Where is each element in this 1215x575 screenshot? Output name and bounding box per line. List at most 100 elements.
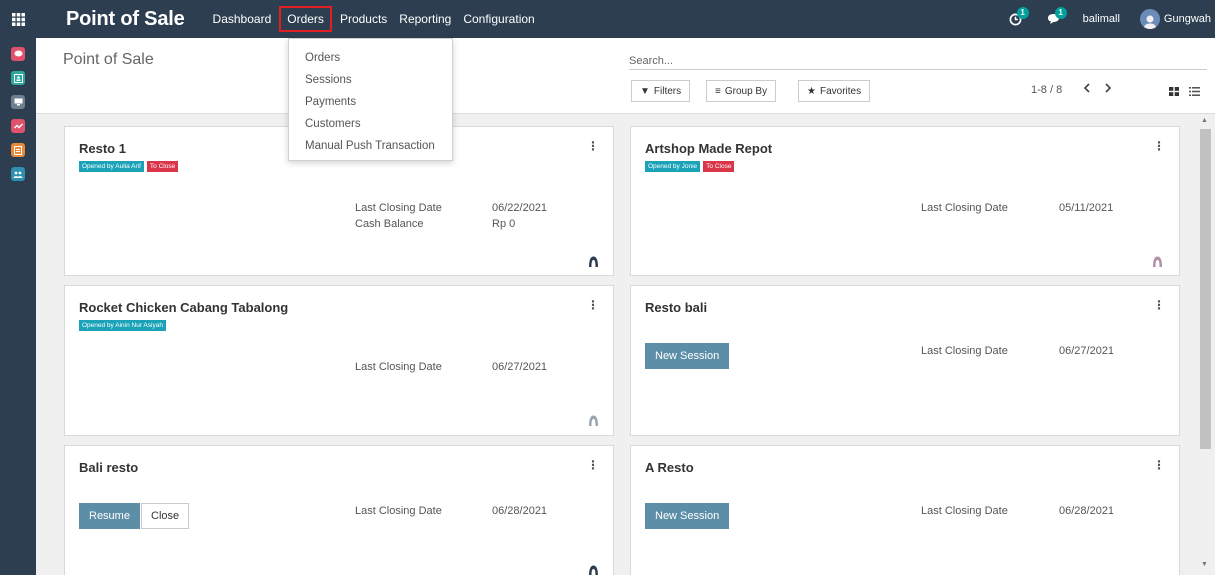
activity-count-badge: 1 bbox=[1016, 7, 1029, 19]
pos-card-resto-bali: Resto bali ⋮ New Session Last Closing Da… bbox=[630, 285, 1180, 436]
pager-previous-button[interactable] bbox=[1083, 82, 1091, 96]
last-closing-date-label: Last Closing Date bbox=[921, 505, 1008, 517]
last-closing-date-label: Last Closing Date bbox=[921, 345, 1008, 357]
card-title[interactable]: Resto 1 bbox=[79, 141, 126, 156]
menu-dashboard[interactable]: Dashboard bbox=[207, 6, 278, 32]
pos-card-a-resto: A Resto ⋮ New Session Last Closing Date … bbox=[630, 445, 1180, 575]
card-options-button[interactable]: ⋮ bbox=[1153, 458, 1165, 472]
responsible-avatar-icon[interactable] bbox=[1151, 255, 1164, 268]
card-options-button[interactable]: ⋮ bbox=[1153, 139, 1165, 153]
favorites-label: Favorites bbox=[819, 85, 862, 97]
card-tags: Opened by Aulia Arif To Close bbox=[79, 161, 181, 172]
last-closing-date-value: 05/11/2021 bbox=[1059, 202, 1114, 214]
grid-icon bbox=[11, 12, 25, 26]
responsible-avatar-icon[interactable] bbox=[587, 414, 600, 427]
filter-icon: ▼ bbox=[640, 85, 650, 97]
pos-icon bbox=[14, 98, 22, 106]
sidebar-app-pos[interactable] bbox=[11, 95, 25, 109]
pager-value[interactable]: 1-8 / 8 bbox=[1031, 84, 1062, 96]
sales-icon bbox=[13, 123, 23, 128]
last-closing-date-value: 06/28/2021 bbox=[492, 505, 548, 517]
sidebar-app-contacts[interactable] bbox=[11, 71, 25, 85]
user-name: Gungwah bbox=[1163, 13, 1211, 25]
dropdown-item-payments[interactable]: Payments bbox=[289, 91, 452, 113]
new-session-button[interactable]: New Session bbox=[645, 503, 730, 529]
kebab-icon: ⋮ bbox=[587, 139, 599, 153]
card-title[interactable]: Artshop Made Repot bbox=[645, 141, 772, 156]
activity-button[interactable]: 1 bbox=[1001, 0, 1031, 38]
company-switcher[interactable]: balimall bbox=[1083, 13, 1120, 25]
card-options-button[interactable]: ⋮ bbox=[587, 298, 599, 312]
last-closing-date-value: 06/27/2021 bbox=[1059, 345, 1115, 357]
sidebar-app-employees[interactable] bbox=[11, 167, 25, 181]
group-by-button[interactable]: ≡ Group By bbox=[706, 80, 777, 102]
app-brand[interactable]: Point of Sale bbox=[66, 8, 185, 31]
card-options-button[interactable]: ⋮ bbox=[1153, 298, 1165, 312]
group-by-label: Group By bbox=[724, 85, 768, 97]
card-title[interactable]: A Resto bbox=[645, 460, 694, 475]
card-options-button[interactable]: ⋮ bbox=[587, 458, 599, 472]
top-navbar: Point of Sale Dashboard Orders Products … bbox=[0, 0, 1215, 38]
user-menu[interactable]: Gungwah bbox=[1139, 9, 1211, 29]
card-title[interactable]: Rocket Chicken Cabang Tabalong bbox=[79, 300, 288, 315]
dropdown-item-sessions[interactable]: Sessions bbox=[289, 69, 452, 91]
kanban-view-button[interactable] bbox=[1165, 82, 1183, 100]
pos-card-artshop-made-repot: Artshop Made Repot ⋮ Opened by Jonie To … bbox=[630, 126, 1180, 276]
cash-balance-value: Rp 0 bbox=[492, 218, 516, 230]
opened-by-tag: Opened by Jonie bbox=[645, 161, 701, 172]
resume-button[interactable]: Resume bbox=[79, 503, 140, 529]
breadcrumb: Point of Sale bbox=[63, 51, 154, 68]
card-options-button[interactable]: ⋮ bbox=[587, 139, 599, 153]
contacts-icon bbox=[13, 73, 23, 83]
list-view-button[interactable] bbox=[1185, 82, 1203, 100]
menu-products[interactable]: Products bbox=[334, 6, 393, 32]
vertical-scrollbar[interactable]: ▲ ▼ bbox=[1196, 115, 1215, 575]
last-closing-date-label: Last Closing Date bbox=[355, 505, 442, 517]
close-session-button[interactable]: Close bbox=[141, 503, 190, 529]
app-switcher-button[interactable] bbox=[0, 0, 36, 38]
chevron-right-icon bbox=[1105, 83, 1112, 93]
last-closing-date-value: 06/28/2021 bbox=[1059, 505, 1115, 517]
last-closing-date-value: 06/27/2021 bbox=[492, 361, 548, 373]
opened-by-tag: Opened by Ainin Nur Asiyah bbox=[79, 320, 166, 331]
star-icon: ★ bbox=[807, 85, 816, 97]
kebab-icon: ⋮ bbox=[1153, 139, 1165, 153]
scroll-thumb[interactable] bbox=[1200, 129, 1211, 449]
pager-next-button[interactable] bbox=[1104, 82, 1112, 96]
orders-dropdown-menu: Orders Sessions Payments Customers Manua… bbox=[288, 38, 453, 161]
list-icon bbox=[1188, 86, 1200, 96]
dropdown-item-manual-push-transaction[interactable]: Manual Push Transaction bbox=[289, 135, 452, 157]
responsible-avatar-icon[interactable] bbox=[587, 564, 600, 575]
card-title[interactable]: Bali resto bbox=[79, 460, 138, 475]
last-closing-date-label: Last Closing Date bbox=[355, 361, 442, 373]
control-panel: Point of Sale ▼ Filters ≡ Group By ★ Fav… bbox=[36, 38, 1215, 114]
sidebar-app-invoicing[interactable] bbox=[11, 143, 25, 157]
scroll-up-arrow-icon[interactable]: ▲ bbox=[1201, 117, 1208, 124]
card-tags: Opened by Ainin Nur Asiyah bbox=[79, 320, 169, 331]
chevron-left-icon bbox=[1083, 83, 1090, 93]
menu-reporting[interactable]: Reporting bbox=[393, 6, 457, 32]
new-session-button[interactable]: New Session bbox=[645, 343, 730, 369]
menu-orders[interactable]: Orders bbox=[279, 6, 332, 32]
messages-button[interactable]: 1 bbox=[1039, 0, 1069, 38]
kebab-icon: ⋮ bbox=[1153, 298, 1165, 312]
favorites-button[interactable]: ★ Favorites bbox=[798, 80, 871, 102]
sidebar-app-discuss[interactable] bbox=[11, 47, 25, 61]
invoicing-icon bbox=[14, 145, 22, 155]
card-title[interactable]: Resto bali bbox=[645, 300, 707, 315]
dropdown-item-orders[interactable]: Orders bbox=[289, 47, 452, 69]
app-sidebar bbox=[0, 38, 36, 575]
dropdown-item-customers[interactable]: Customers bbox=[289, 113, 452, 135]
kanban-icon bbox=[1169, 86, 1179, 96]
pos-card-bali-resto: Bali resto ⋮ Resume Close Last Closing D… bbox=[64, 445, 614, 575]
scroll-down-arrow-icon[interactable]: ▼ bbox=[1201, 561, 1208, 568]
filters-label: Filters bbox=[653, 85, 682, 97]
filters-button[interactable]: ▼ Filters bbox=[631, 80, 691, 102]
menu-configuration[interactable]: Configuration bbox=[457, 6, 540, 32]
topbar-systray: 1 1 balimall Gungwah bbox=[1001, 0, 1215, 38]
sidebar-app-sales[interactable] bbox=[11, 119, 25, 133]
responsible-avatar-icon[interactable] bbox=[587, 255, 600, 268]
user-avatar bbox=[1139, 9, 1160, 29]
kebab-icon: ⋮ bbox=[587, 298, 599, 312]
search-input[interactable] bbox=[629, 52, 1207, 70]
